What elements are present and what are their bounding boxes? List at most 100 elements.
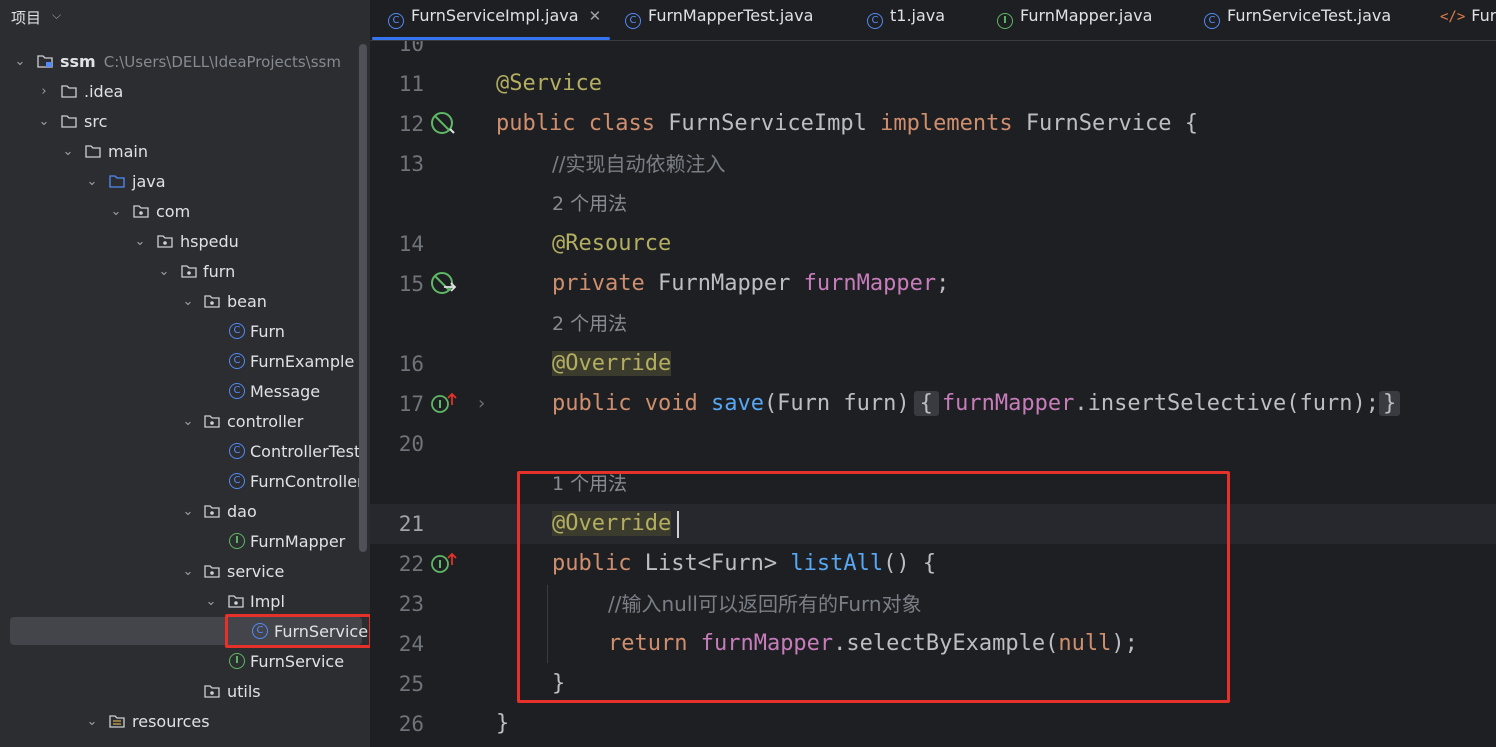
interface-icon: I [229,653,245,669]
code-text: { [919,391,933,416]
tree-row[interactable]: › .idea [0,77,370,107]
highlight-box-tree [225,614,370,648]
chevron-down-icon[interactable]: ⌄ [204,587,218,617]
annotation: @Override [552,351,672,376]
tree-label: main [108,142,148,161]
tab-label: FurnServiceImpl.java [411,6,579,25]
tree-label: controller [227,412,304,431]
tree-row[interactable]: C FurnController [0,467,370,497]
tree-row[interactable]: utils [0,677,370,707]
implements-method-icon[interactable] [430,551,458,575]
class-icon: C [229,473,245,489]
chevron-down-icon[interactable]: ⌄ [133,227,147,257]
tab-xml[interactable]: </> Furr [1440,0,1496,40]
field-name: furnMapper [941,391,1075,416]
package-icon [204,565,220,578]
project-panel-header[interactable]: 项目 ⌵ [0,0,370,34]
tab-label: FurnServiceTest.java [1227,6,1392,25]
tree-label: resources [132,712,210,731]
tab-t1[interactable]: Ct1.java [867,0,945,40]
tree-row[interactable]: I FurnMapper [0,527,370,557]
chevron-down-icon[interactable]: ⌄ [181,557,195,587]
code-line-14[interactable]: @Resource [552,224,671,264]
chevron-down-icon[interactable]: ⌄ [13,47,27,77]
chevron-down-icon[interactable]: ⌄ [157,257,171,287]
project-panel: 项目 ⌵ ⌄ ssm C:\Users\DELL\IdeaProjects\ssm… [0,0,370,747]
code-line-12[interactable]: public class FurnServiceImpl implements … [496,104,1198,144]
folder-icon [61,115,77,128]
chevron-down-icon[interactable]: ⌵ [52,8,61,23]
tree-row[interactable]: ⌄ bean [0,287,370,317]
class-icon: C [388,13,404,29]
tree-row[interactable]: ⌄ controller [0,407,370,437]
tree-row[interactable]: C FurnExample [0,347,370,377]
method-name: save [710,391,764,416]
type-name: FurnMapper [657,271,804,296]
folded-brace[interactable]: { [913,391,939,416]
spring-injection-icon[interactable] [430,271,458,297]
package-icon [181,265,197,278]
folder-icon [61,85,77,98]
code-text: ; [936,271,950,296]
tree-row[interactable]: C Furn [0,317,370,347]
usages-hint[interactable]: 2 个用法 [552,304,627,344]
keyword: public void [552,391,711,416]
tree-label: hspedu [180,232,239,251]
tab-furnmapper[interactable]: I FurnMapper.java [997,0,1152,40]
chevron-down-icon[interactable]: ⌄ [181,497,195,527]
spring-bean-icon[interactable] [430,111,456,137]
sidebar-scrollbar[interactable] [359,44,367,552]
line-number: 16 [398,352,424,376]
tree-row[interactable]: C Message [0,377,370,407]
module-folder-icon [37,55,53,68]
line-number: 23 [398,592,424,616]
code-line-15[interactable]: private FurnMapper furnMapper; [552,264,949,304]
fold-expand-icon[interactable]: › [478,393,485,414]
chevron-down-icon[interactable]: ⌄ [85,707,99,737]
chevron-right-icon[interactable]: › [37,77,51,107]
chevron-down-icon[interactable]: ⌄ [109,197,123,227]
line-number: 12 [398,112,424,136]
code-line-11[interactable]: @Service [496,64,602,104]
usages-hint[interactable]: 2 个用法 [552,184,627,224]
package-icon [204,295,220,308]
chevron-down-icon[interactable]: ⌄ [37,107,51,137]
code-line-26[interactable]: } [496,704,509,744]
resources-folder-icon [109,715,125,728]
line-number: 10 [398,41,424,56]
folded-brace[interactable]: } [1378,391,1401,416]
field-name: furnMapper [803,271,937,296]
tab-label: Furr [1471,6,1496,25]
tree-row[interactable]: ⌄ com [0,197,370,227]
tree-row[interactable]: ⌄ src [0,107,370,137]
tree-row[interactable]: ⌄ hspedu [0,227,370,257]
chevron-down-icon[interactable]: ⌄ [181,407,195,437]
chevron-down-icon[interactable]: ⌄ [181,287,195,317]
keyword: implements [880,111,1026,136]
chevron-down-icon[interactable]: ⌄ [85,167,99,197]
tree-row[interactable]: ⌄ resources [0,707,370,737]
tab-furnserviceimpl[interactable]: C FurnServiceImpl.java ✕ [388,0,601,40]
tree-row[interactable]: ⌄ dao [0,497,370,527]
tree-row[interactable]: ⌄ service [0,557,370,587]
tab-furnmappertest[interactable]: C FurnMapperTest.java [625,0,813,40]
implements-method-icon[interactable] [430,391,458,415]
project-panel-title[interactable]: 项目 [11,7,41,28]
chevron-down-icon[interactable]: ⌄ [61,137,75,167]
tree-label: src [84,112,108,131]
tree-row[interactable]: ⌄ main [0,137,370,167]
line-number-current: 21 [398,512,424,536]
package-icon [204,685,220,698]
tree-label: java [132,172,166,191]
tree-row[interactable]: I FurnService [0,647,370,677]
tab-furnservicetest[interactable]: C FurnServiceTest.java [1204,0,1391,40]
tree-label: .idea [84,82,124,101]
tree-row[interactable]: ⌄ furn [0,257,370,287]
code-line-16[interactable]: @Override [552,344,672,384]
close-icon[interactable]: ✕ [589,7,602,25]
tree-row[interactable]: ⌄ Impl [0,587,370,617]
code-line-17[interactable]: public void save(Furn furn) {furnMapper.i… [552,384,1401,424]
tree-row[interactable]: ⌄ java [0,167,370,197]
tree-row-ssm[interactable]: ⌄ ssm C:\Users\DELL\IdeaProjects\ssm [0,47,370,77]
tree-row[interactable]: C ControllerTest [0,437,370,467]
